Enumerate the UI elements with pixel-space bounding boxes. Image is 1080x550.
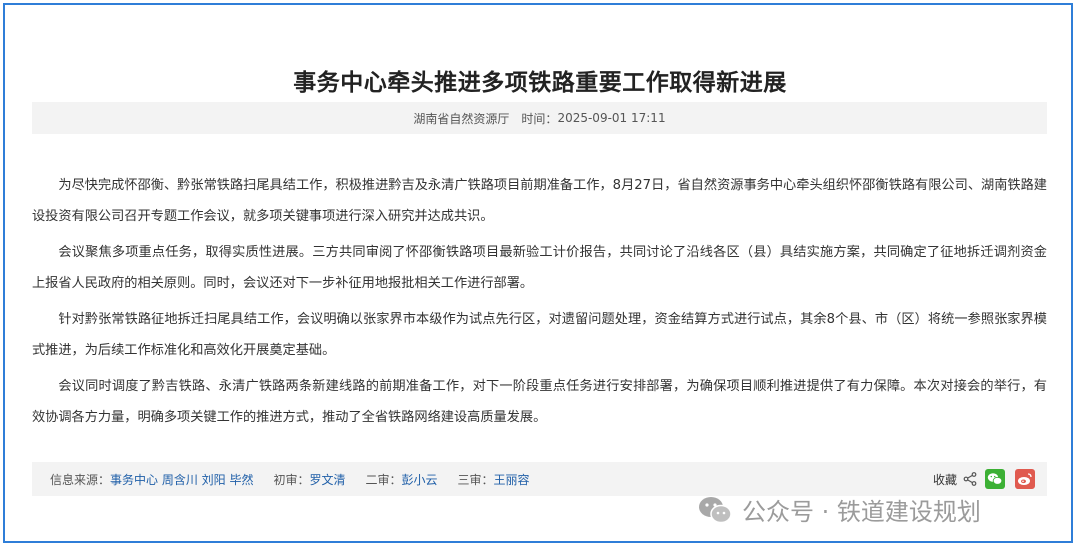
publish-time: 2025-09-01 17:11 (557, 111, 666, 125)
wechat-logo-icon (699, 496, 732, 523)
paragraph: 会议聚焦多项重点任务，取得实质性进展。三方共同审阅了怀邵衡铁路项目最新验工计价报… (32, 245, 1047, 291)
paragraph: 会议同时调度了黔吉铁路、永清广铁路两条新建线路的前期准备工作，对下一阶段重点任务… (32, 379, 1047, 425)
source-value: 事务中心 周含川 刘阳 毕然 (110, 472, 254, 487)
article-footer-bar: 信息来源： 事务中心 周含川 刘阳 毕然 初审： 罗文清 二审： 彭小云 三审：… (32, 462, 1047, 496)
collect-button[interactable]: 收藏 (933, 471, 957, 488)
watermark-text: 公众号 · 铁道建设规划 (742, 498, 981, 526)
second-review-label: 二审： (365, 472, 402, 487)
wechat-share-icon[interactable] (985, 469, 1005, 489)
weibo-share-icon[interactable] (1015, 469, 1035, 489)
first-review-label: 初审： (273, 472, 310, 487)
source-label: 信息来源： (50, 472, 111, 487)
paragraph: 针对黔张常铁路征地拆迁扫尾具结工作，会议明确以张家界市本级作为试点先行区，对遗留… (32, 312, 1047, 358)
source-org: 湖南省自然资源厅 (413, 111, 510, 126)
second-review-value: 彭小云 (401, 472, 438, 487)
time-label: 时间： (521, 111, 558, 126)
editor-info: 信息来源： 事务中心 周含川 刘阳 毕然 初审： 罗文清 二审： 彭小云 三审：… (32, 471, 530, 488)
paragraph: 为尽快完成怀邵衡、黔张常铁路扫尾具结工作，积极推进黔吉及永清广铁路项目前期准备工… (32, 178, 1047, 224)
article-title: 事务中心牵头推进多项铁路重要工作取得新进展 (293, 70, 787, 97)
third-review-label: 三审： (457, 472, 494, 487)
wechat-watermark: 公众号 · 铁道建设规划 (698, 492, 981, 527)
third-review-value: 王丽容 (493, 472, 530, 487)
share-icon[interactable] (963, 472, 977, 486)
first-review-value: 罗文清 (309, 472, 346, 487)
article-meta-bar: 湖南省自然资源厅 时间： 2025-09-01 17:11 (32, 102, 1047, 134)
share-tools: 收藏 (933, 469, 1035, 489)
article-body: 为尽快完成怀邵衡、黔张常铁路扫尾具结工作，积极推进黔吉及永清广铁路项目前期准备工… (32, 170, 1047, 438)
